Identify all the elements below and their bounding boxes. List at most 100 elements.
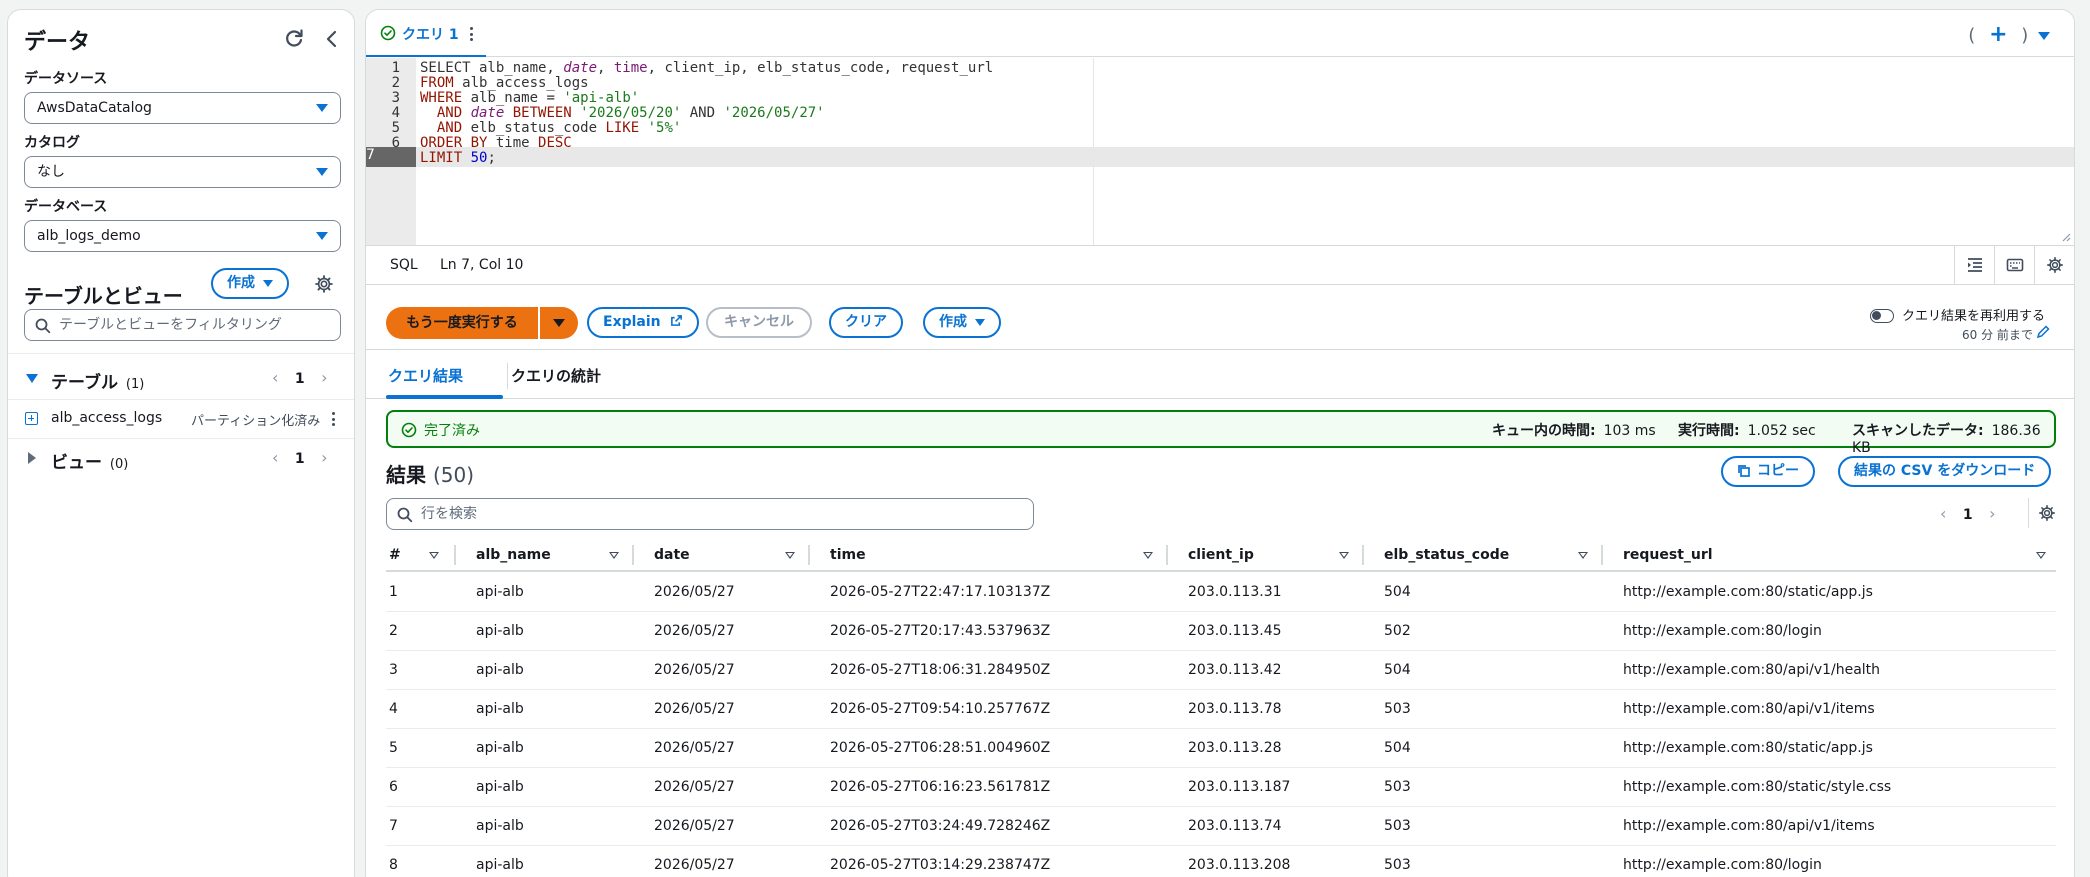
database-select[interactable]: alb_logs_demo [24, 220, 341, 252]
caret-down-icon[interactable] [26, 374, 38, 383]
table-cell: 2026/05/27 [654, 584, 735, 600]
add-tab-plus-icon[interactable]: + [1989, 22, 2007, 47]
search-icon [397, 507, 413, 523]
chevron-right-icon[interactable]: › [1989, 504, 1995, 523]
results-page-number[interactable]: 1 [1963, 507, 1973, 523]
catalog-select[interactable]: なし [24, 156, 341, 188]
partitioned-badge: パーティション化済み [191, 414, 321, 429]
table-cell: 2026/05/27 [654, 857, 735, 873]
column-resizer[interactable] [1601, 545, 1603, 565]
gear-icon[interactable] [314, 274, 334, 294]
sort-icon[interactable] [785, 552, 795, 559]
row-search-input[interactable] [421, 503, 938, 525]
tab-query-results[interactable]: クエリ結果 [388, 365, 463, 386]
sql-editor[interactable]: 1 2 3 4 5 6 7 SELECT alb_name, date, tim… [366, 58, 2074, 245]
table-item-alb-access-logs[interactable]: alb_access_logs パーティション化済み [8, 402, 354, 436]
datasource-select[interactable]: AwsDataCatalog [24, 92, 341, 124]
paren-close: ) [2021, 25, 2029, 46]
chevron-left-icon[interactable]: ‹ [272, 368, 278, 387]
run-again-button[interactable]: もう一度実行する [386, 307, 538, 339]
column-header[interactable]: alb_name [476, 547, 551, 563]
tab-query-stats[interactable]: クエリの統計 [511, 365, 601, 386]
sort-icon[interactable] [1578, 552, 1588, 559]
edit-pencil-icon[interactable] [2036, 325, 2050, 339]
query-status-banner: 完了済み キュー内の時間: 103 ms 実行時間: 1.052 sec スキャンし… [386, 410, 2056, 456]
datasource-value: AwsDataCatalog [37, 100, 152, 116]
caret-right-icon[interactable] [28, 452, 36, 464]
views-label: ビュー (0) [51, 453, 129, 473]
column-resizer[interactable] [454, 545, 456, 565]
table-cell: 502 [1384, 623, 1411, 639]
format-query-button[interactable] [1954, 246, 1994, 285]
gear-icon[interactable] [2038, 504, 2056, 522]
column-header[interactable]: elb_status_code [1384, 547, 1509, 563]
tab-separator [507, 363, 508, 389]
column-resizer[interactable] [1362, 545, 1364, 565]
tables-page-number[interactable]: 1 [295, 371, 305, 387]
sort-icon[interactable] [2036, 552, 2046, 559]
column-resizer[interactable] [1166, 545, 1168, 565]
column-resizer[interactable] [632, 545, 634, 565]
editor-settings-button[interactable] [2034, 246, 2074, 285]
column-header[interactable]: request_url [1623, 547, 1713, 563]
datasource-label: データソース [24, 71, 108, 87]
column-header[interactable]: time [830, 547, 866, 563]
chevron-down-icon [316, 104, 328, 112]
tables-views-title: テーブルとビュー [24, 284, 183, 308]
clear-button[interactable]: クリア [829, 307, 903, 338]
gear-icon [2047, 257, 2063, 273]
sort-icon[interactable] [609, 552, 619, 559]
tab-actions-kebab-icon[interactable] [470, 27, 474, 44]
tab-menu-chevron-down-icon[interactable] [2038, 32, 2050, 40]
column-header[interactable]: date [654, 547, 690, 563]
sort-icon[interactable] [429, 552, 439, 559]
copy-button[interactable]: コピー [1721, 456, 1815, 487]
chevron-left-icon[interactable]: ‹ [1940, 504, 1946, 523]
table-cell: http://example.com:80/static/app.js [1623, 584, 1873, 600]
download-csv-button[interactable]: 結果の CSV をダウンロード [1838, 456, 2052, 487]
table-filter-input[interactable] [59, 314, 311, 336]
active-line-highlight [416, 147, 2074, 167]
line-number: 7 [366, 147, 375, 163]
sort-icon[interactable] [1339, 552, 1349, 559]
table-cell: http://example.com:80/api/v1/items [1623, 818, 1875, 834]
query-tab-bar: クエリ 1 ( + ) [366, 10, 2074, 57]
active-tab-indicator [386, 395, 503, 399]
sort-icon[interactable] [1143, 552, 1153, 559]
table-row: 8 api-alb 2026/05/27 2026-05-27T03:14:29.23… [386, 846, 2056, 877]
expand-plus-icon[interactable] [25, 412, 38, 425]
reuse-results-label: クエリ結果を再利用する [1902, 309, 2046, 324]
explain-button[interactable]: Explain [587, 307, 699, 338]
resize-grip-icon[interactable] [2061, 232, 2071, 242]
table-cell: 4 [389, 701, 398, 717]
table-actions-kebab-icon[interactable] [332, 412, 336, 429]
column-header[interactable]: client_ip [1188, 547, 1254, 563]
chevron-right-icon[interactable]: › [321, 448, 327, 467]
chevron-right-icon[interactable]: › [321, 368, 327, 387]
cancel-button[interactable]: キャンセル [706, 307, 812, 338]
chevron-left-icon[interactable]: ‹ [272, 448, 278, 467]
line-number: 4 [391, 105, 400, 121]
chevron-down-icon [975, 318, 985, 326]
table-cell: 503 [1384, 818, 1411, 834]
table-cell: http://example.com:80/static/app.js [1623, 740, 1873, 756]
column-resizer[interactable] [808, 545, 810, 565]
table-filter-box[interactable] [24, 309, 341, 341]
table-cell: http://example.com:80/api/v1/health [1623, 662, 1881, 678]
collapse-panel-icon[interactable] [320, 27, 344, 51]
table-cell: 203.0.113.42 [1188, 662, 1282, 678]
create-button[interactable]: 作成 [923, 307, 1001, 338]
views-page-number[interactable]: 1 [295, 451, 305, 467]
tab-query-1[interactable]: クエリ 1 [366, 10, 486, 57]
code-line-3: WHERE alb_name = 'api-alb' [420, 90, 640, 106]
table-cell: 6 [389, 779, 398, 795]
column-header[interactable]: # [389, 547, 401, 563]
create-table-button[interactable]: 作成 [211, 268, 289, 299]
table-cell: 203.0.113.31 [1188, 584, 1282, 600]
refresh-icon[interactable] [282, 27, 306, 51]
keyboard-shortcuts-button[interactable] [1994, 246, 2034, 285]
row-search-box[interactable] [386, 498, 1034, 530]
reuse-results-toggle[interactable] [1870, 309, 1894, 323]
run-options-button[interactable] [540, 307, 578, 339]
table-cell: 2026-05-27T03:14:29.238747Z [830, 857, 1051, 873]
